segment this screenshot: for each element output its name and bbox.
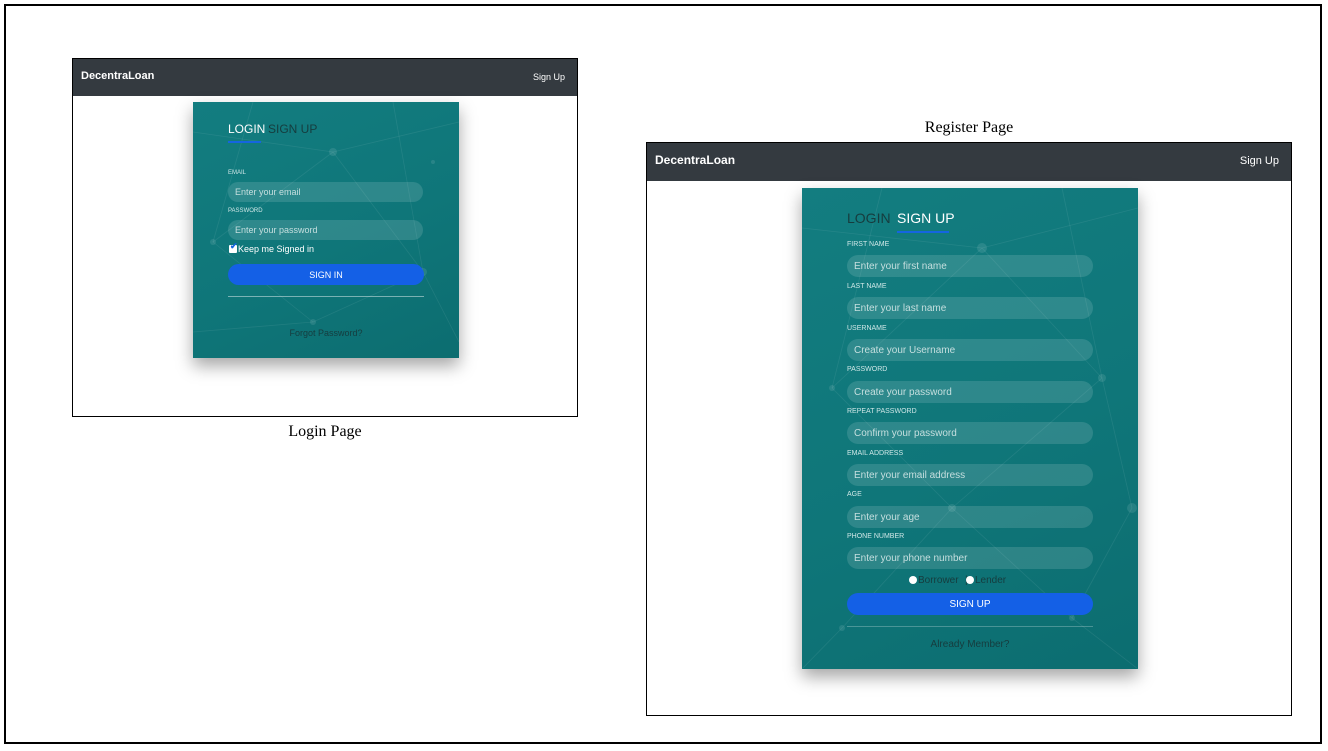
phone-number-input[interactable] bbox=[847, 547, 1093, 569]
nav-signup-link[interactable]: Sign Up bbox=[1240, 155, 1279, 167]
lender-radio[interactable] bbox=[966, 576, 974, 584]
form-divider bbox=[847, 626, 1093, 627]
tab-login[interactable]: LOGIN bbox=[228, 122, 265, 136]
password-input[interactable] bbox=[228, 220, 423, 240]
register-page-frame: DecentraLoan Sign Up LOGIN SIGN UP FIRST… bbox=[646, 142, 1292, 716]
login-page-frame: DecentraLoan Sign Up LOGIN SIGN UP EMAIL… bbox=[72, 58, 578, 417]
email-input[interactable] bbox=[228, 182, 423, 202]
sign-up-button[interactable]: SIGN UP bbox=[847, 593, 1093, 615]
keep-signed-in-checkbox[interactable]: ✔ bbox=[229, 241, 238, 253]
form-divider bbox=[228, 296, 424, 297]
borrower-label: Borrower bbox=[918, 575, 959, 586]
register-card: LOGIN SIGN UP FIRST NAME LAST NAME USERN… bbox=[802, 188, 1138, 669]
password-label: PASSWORD bbox=[847, 366, 888, 373]
register-page-caption: Register Page bbox=[924, 119, 1014, 136]
password-input[interactable] bbox=[847, 381, 1093, 403]
login-card: LOGIN SIGN UP EMAIL PASSWORD ✔ Keep me S… bbox=[193, 102, 459, 358]
keep-signed-in-label: Keep me Signed in bbox=[238, 244, 315, 254]
login-page-caption: Login Page bbox=[288, 423, 362, 440]
repeat-password-label: REPEAT PASSWORD bbox=[847, 408, 917, 415]
repeat-password-input[interactable] bbox=[847, 422, 1093, 444]
last-name-input[interactable] bbox=[847, 297, 1093, 319]
password-label: PASSWORD bbox=[228, 208, 263, 214]
brand-logo[interactable]: DecentraLoan bbox=[81, 70, 154, 82]
navbar: DecentraLoan Sign Up bbox=[73, 59, 577, 96]
email-label: EMAIL bbox=[228, 170, 247, 176]
phone-number-label: PHONE NUMBER bbox=[847, 533, 905, 540]
last-name-label: LAST NAME bbox=[847, 283, 887, 290]
lender-label: Lender bbox=[975, 575, 1007, 586]
role-selector: Borrower | Lender bbox=[847, 575, 1093, 587]
first-name-input[interactable] bbox=[847, 255, 1093, 277]
tab-signup[interactable]: SIGN UP bbox=[268, 122, 317, 136]
borrower-radio[interactable] bbox=[909, 576, 917, 584]
already-member-link[interactable]: Already Member? bbox=[847, 639, 1093, 650]
nav-signup-link[interactable]: Sign Up bbox=[533, 72, 565, 82]
sign-in-button[interactable]: SIGN IN bbox=[228, 264, 424, 285]
tab-login[interactable]: LOGIN bbox=[847, 210, 891, 226]
active-tab-underline bbox=[897, 231, 949, 233]
age-label: AGE bbox=[847, 491, 862, 498]
active-tab-underline bbox=[228, 141, 261, 143]
username-label: USERNAME bbox=[847, 325, 887, 332]
username-input[interactable] bbox=[847, 339, 1093, 361]
tab-signup[interactable]: SIGN UP bbox=[897, 210, 955, 226]
check-icon: ✔ bbox=[230, 241, 238, 251]
brand-logo[interactable]: DecentraLoan bbox=[655, 153, 735, 167]
email-address-label: EMAIL ADDRESS bbox=[847, 450, 904, 457]
age-input[interactable] bbox=[847, 506, 1093, 528]
first-name-label: FIRST NAME bbox=[847, 241, 890, 248]
email-address-input[interactable] bbox=[847, 464, 1093, 486]
navbar: DecentraLoan Sign Up bbox=[647, 143, 1291, 181]
forgot-password-link[interactable]: Forgot Password? bbox=[228, 328, 424, 338]
